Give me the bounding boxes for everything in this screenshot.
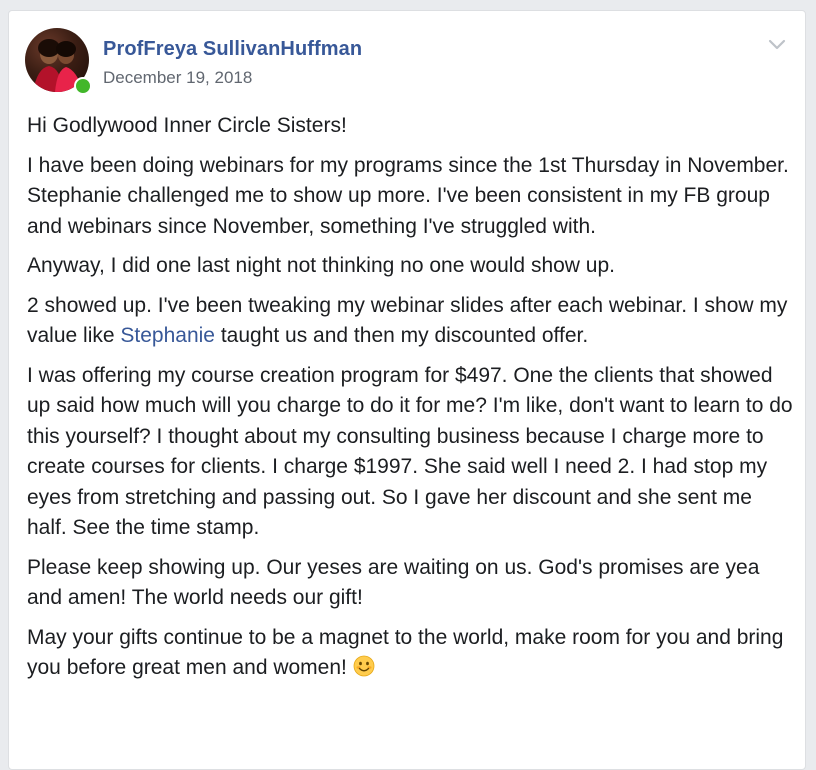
smiling-face-emoji-icon: [353, 655, 375, 677]
post-paragraph: May your gifts continue to be a magnet t…: [27, 623, 797, 684]
post-paragraph: I have been doing webinars for my progra…: [27, 153, 789, 238]
post-card: ProfFreya SullivanHuffman December 19, 2…: [8, 10, 806, 770]
post-header: ProfFreya SullivanHuffman December 19, 2…: [25, 28, 789, 95]
chevron-down-icon[interactable]: [767, 38, 787, 52]
post-body: Hi Godlywood Inner Circle Sisters! I hav…: [27, 111, 797, 693]
avatar-container[interactable]: [25, 28, 92, 95]
post-paragraph: 2 showed up. I've been tweaking my webin…: [27, 291, 797, 352]
post-timestamp-link[interactable]: December 19, 2018: [103, 68, 252, 88]
post-paragraph: Anyway, I did one last night not thinkin…: [27, 254, 615, 277]
post-paragraph: Please keep showing up. Our yeses are wa…: [27, 555, 760, 610]
online-status-indicator: [74, 77, 92, 95]
post-paragraph: Hi Godlywood Inner Circle Sisters!: [27, 114, 347, 137]
paragraph-text: May your gifts continue to be a magnet t…: [27, 625, 784, 680]
post-paragraph: I was offering my course creation progra…: [27, 363, 793, 540]
paragraph-text: taught us and then my discounted offer.: [214, 324, 589, 347]
mention-link-stephanie[interactable]: Stephanie: [120, 324, 215, 347]
author-name-link[interactable]: ProfFreya SullivanHuffman: [103, 38, 362, 61]
